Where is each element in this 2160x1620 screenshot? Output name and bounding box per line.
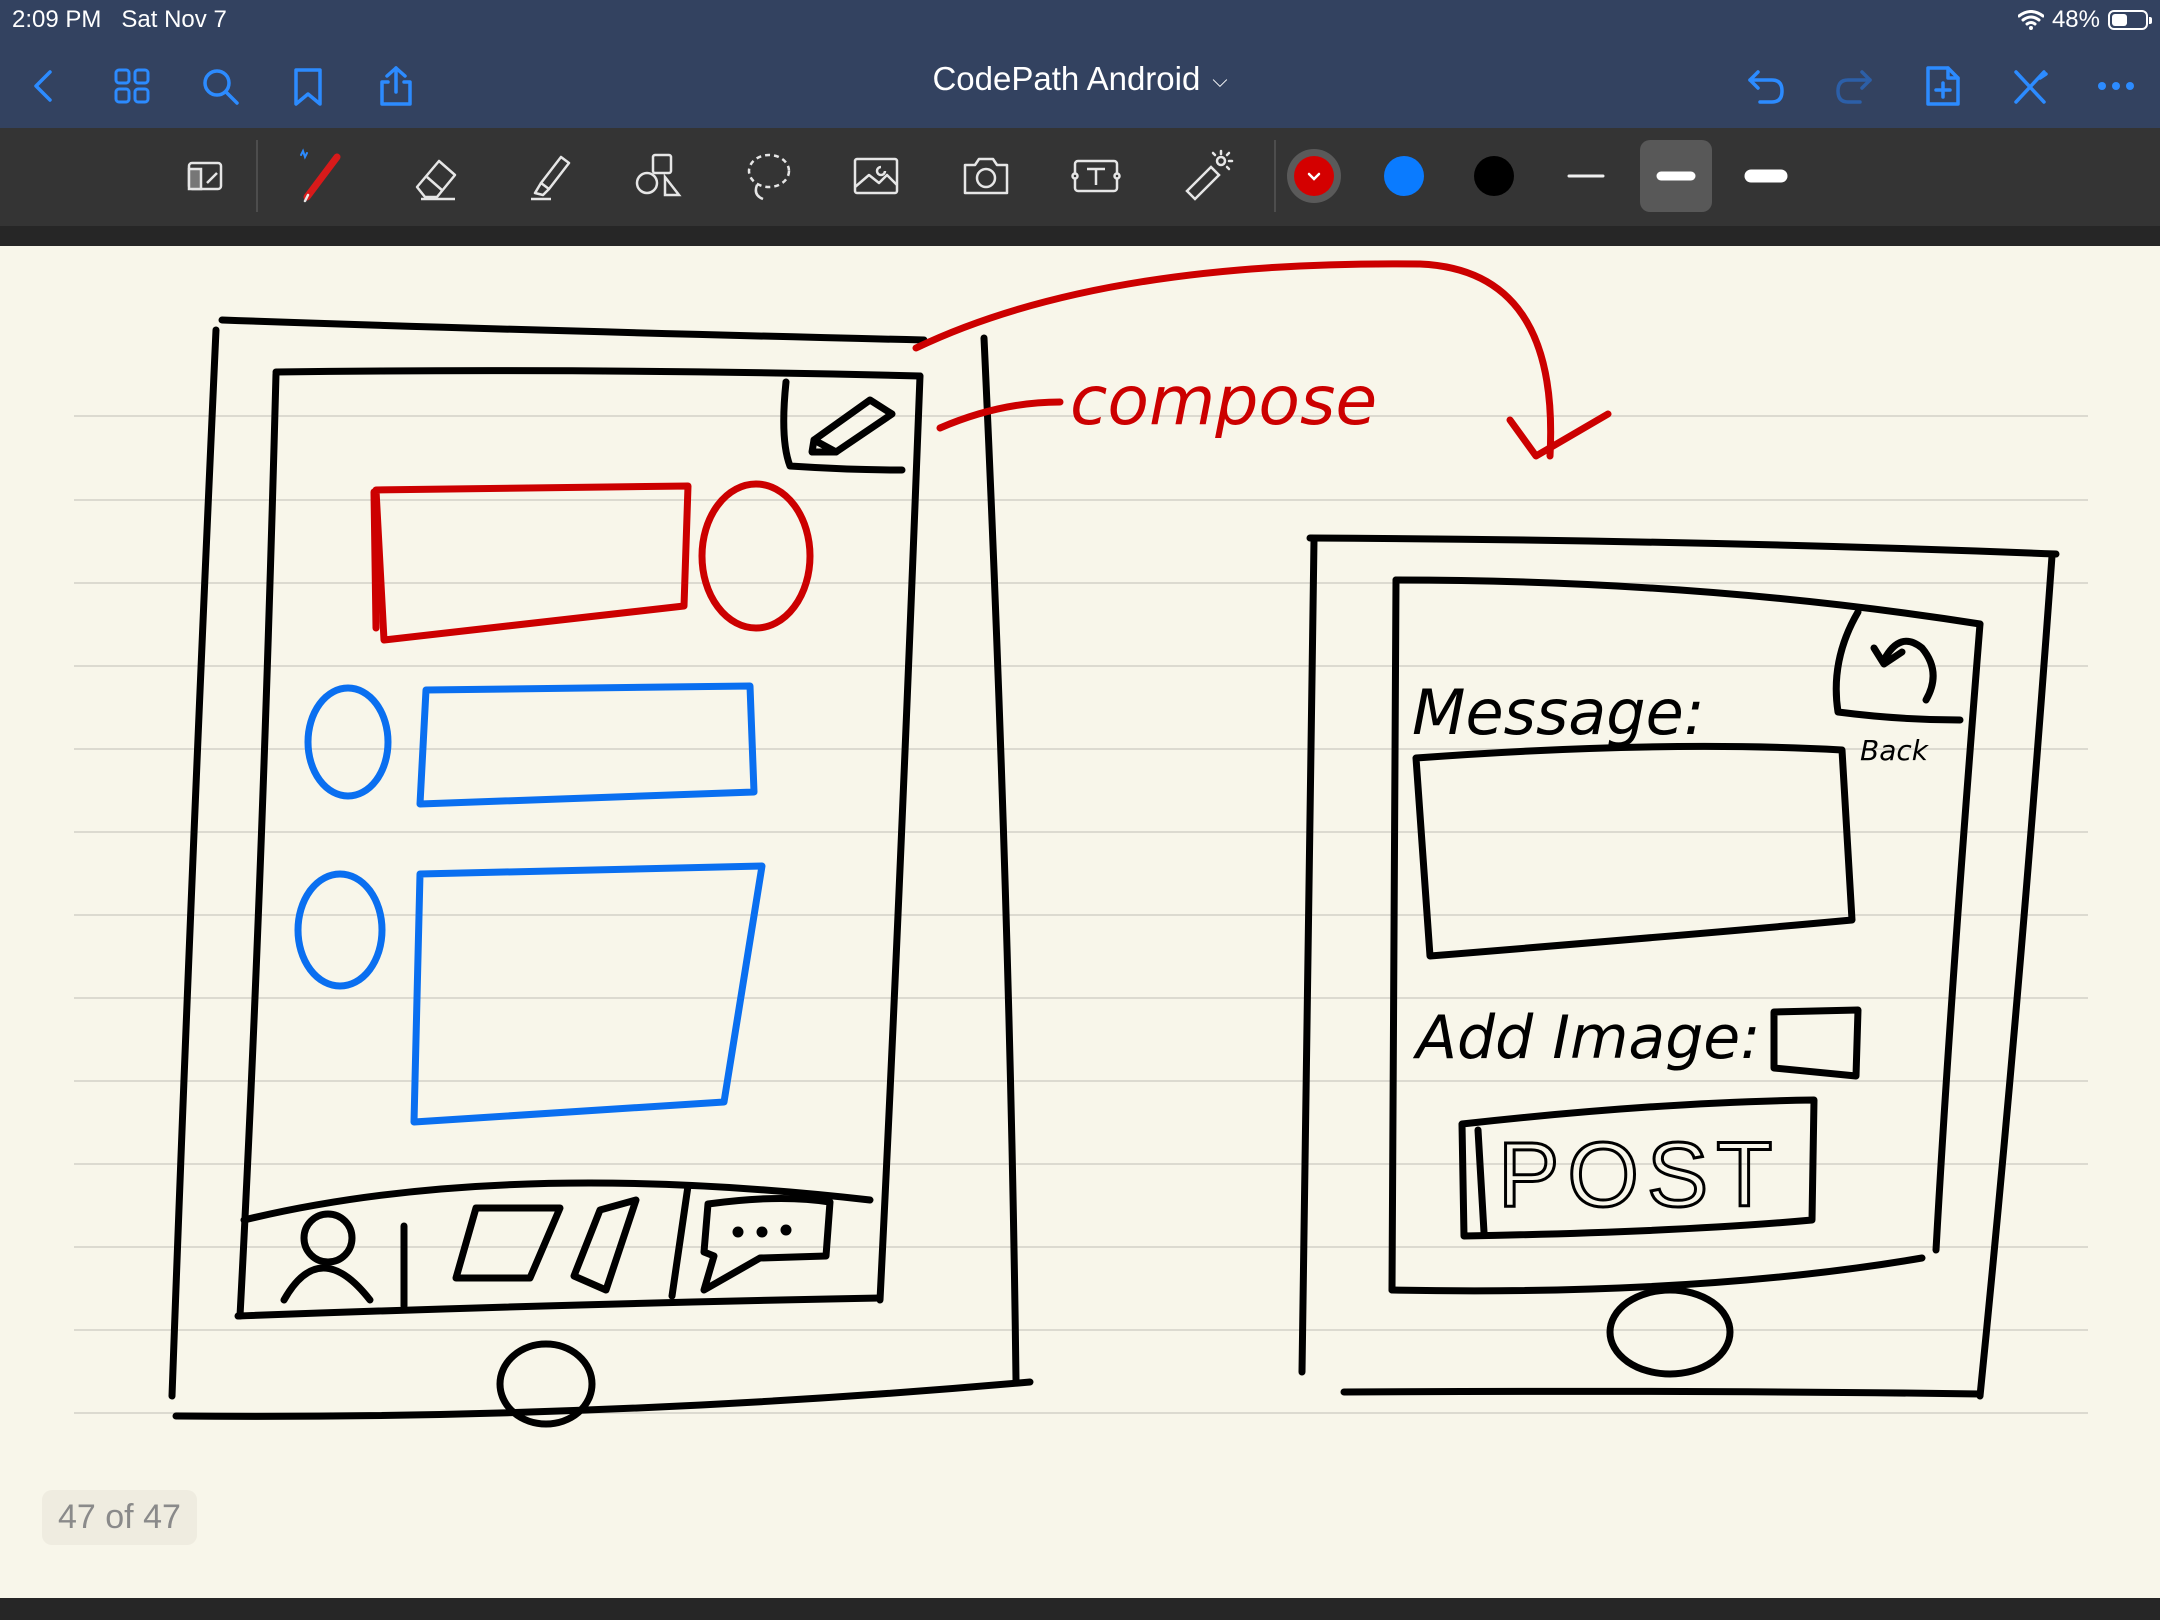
camera-icon[interactable] bbox=[950, 140, 1022, 212]
wifi-icon bbox=[2017, 10, 2044, 30]
bottom-bar bbox=[0, 1598, 2160, 1620]
message-label: Message: bbox=[1412, 676, 1705, 749]
share-icon[interactable] bbox=[368, 58, 424, 114]
pen-icon[interactable] bbox=[286, 140, 358, 212]
toolbar-divider bbox=[1274, 140, 1276, 212]
status-time-date: 2:09 PM Sat Nov 7 bbox=[12, 6, 227, 34]
back-icon[interactable] bbox=[16, 58, 72, 114]
redo-icon[interactable] bbox=[1826, 58, 1882, 114]
more-icon[interactable] bbox=[2088, 58, 2144, 114]
post-button-label: POST bbox=[1498, 1124, 1780, 1226]
laser-pointer-icon[interactable] bbox=[1170, 140, 1242, 212]
add-page-icon[interactable] bbox=[1914, 58, 1970, 114]
battery-icon bbox=[2108, 10, 2152, 30]
notebook-page[interactable]: compose Message: Back Add Image: POST bbox=[0, 246, 2160, 1598]
document-title[interactable]: CodePath Android bbox=[932, 60, 1200, 97]
page-drawing: compose Message: Back Add Image: POST bbox=[74, 260, 2088, 1428]
color-swatch-blue[interactable] bbox=[1368, 140, 1440, 212]
status-right: 48% bbox=[2017, 6, 2152, 34]
toolbar-divider bbox=[256, 140, 258, 212]
search-icon[interactable] bbox=[192, 58, 248, 114]
close-toolbar-icon[interactable] bbox=[2002, 58, 2058, 114]
zoom-window-icon[interactable] bbox=[170, 140, 242, 212]
status-date: Sat Nov 7 bbox=[121, 6, 227, 33]
shapes-icon[interactable] bbox=[622, 140, 694, 212]
thickness-medium[interactable] bbox=[1640, 140, 1712, 212]
grid-icon[interactable] bbox=[104, 58, 160, 114]
text-tool-icon[interactable] bbox=[1060, 140, 1132, 212]
compose-label: compose bbox=[1070, 362, 1377, 441]
thickness-thin[interactable] bbox=[1550, 140, 1622, 212]
eraser-icon[interactable] bbox=[402, 140, 474, 212]
page-indicator: 47 of 47 bbox=[42, 1490, 197, 1545]
color-swatch-red[interactable] bbox=[1278, 140, 1350, 212]
blue-list-items bbox=[294, 682, 766, 1126]
red-list-item bbox=[370, 480, 814, 644]
chevron-down-icon[interactable]: ⌵ bbox=[1212, 70, 1227, 92]
lasso-icon[interactable] bbox=[732, 140, 804, 212]
image-icon[interactable] bbox=[840, 140, 912, 212]
add-image-label: Add Image: bbox=[1412, 1003, 1760, 1073]
bookmark-icon[interactable] bbox=[280, 58, 336, 114]
top-bar: 2:09 PM Sat Nov 7 48% CodePath Android ⌵ bbox=[0, 0, 2160, 128]
color-swatch-black[interactable] bbox=[1458, 140, 1530, 212]
battery-percent: 48% bbox=[2051, 6, 2100, 33]
undo-icon[interactable] bbox=[1738, 58, 1794, 114]
thickness-thick[interactable] bbox=[1730, 140, 1802, 212]
back-label: Back bbox=[1860, 734, 1930, 767]
drawing-toolbar bbox=[0, 128, 2160, 226]
toolbar-shadow-strip bbox=[0, 226, 2160, 246]
highlighter-icon[interactable] bbox=[514, 140, 586, 212]
status-time: 2:09 PM bbox=[12, 6, 102, 33]
